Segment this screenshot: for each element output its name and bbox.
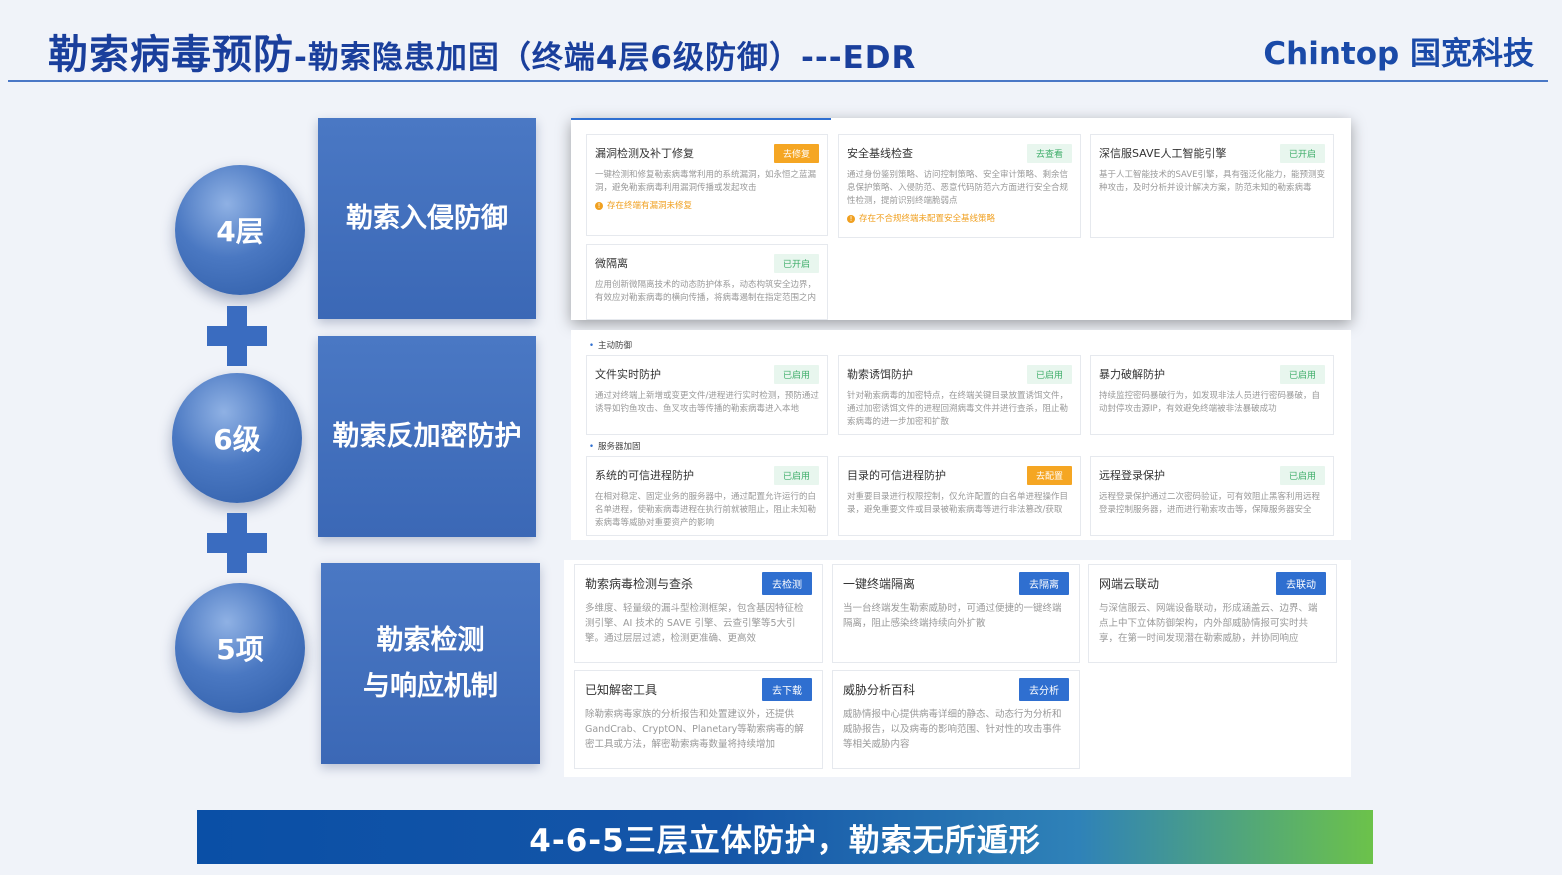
card-desc: 通过对终端上新增或变更文件/进程进行实时检测，预防通过诱导如钓鱼攻击、鱼叉攻击等… xyxy=(595,391,819,414)
card-desc: 多维度、轻量级的漏斗型检测框架，包含基因特征检测引擎、AI 技术的 SAVE 引… xyxy=(585,603,804,644)
card-title: 远程登录保护 xyxy=(1099,469,1165,482)
card-title: 网端云联动 xyxy=(1099,576,1160,591)
status-button[interactable]: 已启用 xyxy=(773,465,819,485)
link-button[interactable]: 去联动 xyxy=(1276,571,1326,595)
card-desc: 威胁情报中心提供病毒详细的静态、动态行为分析和威胁报告，以及病毒的影响范围、针对… xyxy=(843,709,1062,750)
card-title: 一键终端隔离 xyxy=(843,576,916,591)
section-label-text: 主动防御 xyxy=(598,341,633,351)
card-desc: 对重要目录进行权限控制，仅允许配置的白名单进程操作目录，避免重要文件或目录被勒索… xyxy=(847,492,1069,515)
card-title: 勒索诱饵防护 xyxy=(847,368,913,381)
warning-text: 存在终端有漏洞未修复 xyxy=(607,201,693,211)
card-decoy-protection: 勒索诱饵防护 已启用 针对勒索病毒的加密特点，在终端关键目录放置诱饵文件，通过加密… xyxy=(838,355,1081,435)
tier-label-detection: 勒索检测 与响应机制 xyxy=(321,563,540,764)
card-desc: 一键检测和修复勒索病毒常利用的系统漏洞，如永恒之蓝漏洞，避免勒索病毒利用漏洞传播… xyxy=(595,170,817,193)
panel-anti-encryption: • 主动防御 文件实时防护 已启用 通过对终端上新增或变更文件/进程进行实时检测，预… xyxy=(571,330,1351,540)
card-system-trusted-process: 系统的可信进程防护 已启用 在相对稳定、固定业务的服务器中，通过配置允许运行的白名… xyxy=(586,456,828,536)
status-button[interactable]: 已启用 xyxy=(773,364,819,384)
fix-button[interactable]: 去修复 xyxy=(773,143,819,163)
card-remote-login-protection: 远程登录保护 已启用 远程登录保护通过二次密码验证，可有效阻止黑客利用远程登录控制… xyxy=(1090,456,1334,536)
card-title: 目录的可信进程防护 xyxy=(847,469,946,482)
card-desc: 与深信服云、网端设备联动，形成涵盖云、边界、端点上中下立体防御架构，内外部威胁情… xyxy=(1099,603,1318,644)
card-file-realtime: 文件实时防护 已启用 通过对终端上新增或变更文件/进程进行实时检测，预防通过诱导如… xyxy=(586,355,828,435)
card-desc: 持续监控密码暴破行为，如发现非法人员进行密码暴破，自动封停攻击源IP，有效避免终… xyxy=(1099,391,1321,414)
tier-label-line1: 勒索检测 xyxy=(376,624,485,656)
status-button[interactable]: 已开启 xyxy=(773,253,819,273)
panel-detection-response: 勒索病毒检测与查杀 去检测 多维度、轻量级的漏斗型检测框架，包含基因特征检测引擎、… xyxy=(564,560,1351,777)
detect-button[interactable]: 去检测 xyxy=(762,571,812,595)
card-title: 安全基线检查 xyxy=(847,147,913,160)
card-title: 勒索病毒检测与查杀 xyxy=(585,576,694,591)
tier-label-anti-encryption: 勒索反加密防护 xyxy=(318,336,536,537)
page-title-main: 勒索病毒预防 xyxy=(48,32,294,78)
panel-active-indicator xyxy=(571,118,831,120)
status-button[interactable]: 已开启 xyxy=(1279,143,1325,163)
section-label-text: 服务器加固 xyxy=(598,442,641,452)
plus-icon xyxy=(207,513,267,573)
card-desc: 应用创新微隔离技术的动态防护体系，动态构筑安全边界，有效应对勒索病毒的横向传播，… xyxy=(595,280,817,303)
tier-circle-5: 5项 xyxy=(175,583,305,713)
configure-button[interactable]: 去配置 xyxy=(1026,465,1072,485)
card-desc: 通过身份鉴别策略、访问控制策略、安全审计策略、剩余信息保护策略、入侵防范、恶意代… xyxy=(847,170,1069,206)
warning-icon: ! xyxy=(847,215,855,223)
card-title: 威胁分析百科 xyxy=(843,682,916,697)
page-title-sub: -勒索隐患加固（终端4层6级防御）---EDR xyxy=(294,40,917,76)
warning-icon: ! xyxy=(595,202,603,210)
view-button[interactable]: 去查看 xyxy=(1026,143,1072,163)
tier-label-intrusion: 勒索入侵防御 xyxy=(318,118,536,319)
download-button[interactable]: 去下载 xyxy=(762,677,812,701)
card-desc: 当一台终端发生勒索威胁时，可通过便捷的一键终端隔离，阻止感染终端持续向外扩散 xyxy=(843,603,1062,629)
warning-text: 存在不合规终端未配置安全基线策略 xyxy=(859,214,996,224)
tier-circle-4: 4层 xyxy=(175,165,305,295)
analyze-button[interactable]: 去分析 xyxy=(1019,677,1069,701)
status-button[interactable]: 已启用 xyxy=(1279,465,1325,485)
card-warning: ! 存在不合规终端未配置安全基线策略 xyxy=(847,212,1072,224)
card-baseline-check: 安全基线检查 去查看 通过身份鉴别策略、访问控制策略、安全审计策略、剩余信息保护策… xyxy=(838,134,1081,238)
card-threat-encyclopedia: 威胁分析百科 去分析 威胁情报中心提供病毒详细的静态、动态行为分析和威胁报告，以及… xyxy=(832,670,1080,769)
tier-circle-6: 6级 xyxy=(172,373,302,503)
plus-icon xyxy=(207,306,267,366)
card-title: 暴力破解防护 xyxy=(1099,368,1165,381)
card-ransom-detect: 勒索病毒检测与查杀 去检测 多维度、轻量级的漏斗型检测框架，包含基因特征检测引擎、… xyxy=(574,564,823,663)
card-desc: 基于人工智能技术的SAVE引擎，具有强泛化能力，能预测变种攻击，及时分析并设计解… xyxy=(1099,170,1326,193)
section-label-active-defense: • 主动防御 xyxy=(589,341,633,351)
card-vuln-patch: 漏洞检测及补丁修复 去修复 一键检测和修复勒索病毒常利用的系统漏洞，如永恒之蓝漏洞… xyxy=(586,134,828,236)
brand-logo-text: Chintop 国宽科技 xyxy=(1263,36,1534,72)
card-title: 已知解密工具 xyxy=(585,682,658,697)
footer-text: 4-6-5三层立体防护，勒索无所遁形 xyxy=(529,822,1041,859)
card-title: 深信服SAVE人工智能引擎 xyxy=(1099,147,1227,160)
status-button[interactable]: 已启用 xyxy=(1026,364,1072,384)
card-directory-trusted-process: 目录的可信进程防护 去配置 对重要目录进行权限控制，仅允许配置的白名单进程操作目录… xyxy=(838,456,1081,536)
card-save-engine: 深信服SAVE人工智能引擎 已开启 基于人工智能技术的SAVE引擎，具有强泛化能力… xyxy=(1090,134,1334,238)
footer-banner: 4-6-5三层立体防护，勒索无所遁形 xyxy=(197,810,1373,864)
isolate-button[interactable]: 去隔离 xyxy=(1019,571,1069,595)
card-desc: 远程登录保护通过二次密码验证，可有效阻止黑客利用远程登录控制服务器，进而进行勒索… xyxy=(1099,492,1321,515)
card-title: 微隔离 xyxy=(595,257,628,270)
card-title: 漏洞检测及补丁修复 xyxy=(595,147,694,160)
card-endpoint-isolation: 一键终端隔离 去隔离 当一台终端发生勒索威胁时，可通过便捷的一键终端隔离，阻止感染… xyxy=(832,564,1080,663)
status-button[interactable]: 已启用 xyxy=(1279,364,1325,384)
card-warning: ! 存在终端有漏洞未修复 xyxy=(595,199,819,211)
card-bruteforce-protection: 暴力破解防护 已启用 持续监控密码暴破行为，如发现非法人员进行密码暴破，自动封停攻… xyxy=(1090,355,1334,435)
page-title: 勒索病毒预防-勒索隐患加固（终端4层6级防御）---EDR xyxy=(48,22,916,80)
card-network-cloud-linkage: 网端云联动 去联动 与深信服云、网端设备联动，形成涵盖云、边界、端点上中下立体防御… xyxy=(1088,564,1337,663)
title-divider xyxy=(8,80,1548,82)
section-label-server-hardening: • 服务器加固 xyxy=(589,442,641,452)
card-micro-isolation: 微隔离 已开启 应用创新微隔离技术的动态防护体系，动态构筑安全边界，有效应对勒索病… xyxy=(586,244,828,320)
tier-label-line2: 与响应机制 xyxy=(363,670,498,702)
card-title: 文件实时防护 xyxy=(595,368,661,381)
title-bar: 勒索病毒预防-勒索隐患加固（终端4层6级防御）---EDR Chintop 国宽… xyxy=(0,0,1562,82)
card-desc: 除勒索病毒家族的分析报告和处置建议外，还提供GandCrab、CryptON、P… xyxy=(585,709,804,750)
tier-label-text: 勒索入侵防御 xyxy=(346,202,508,234)
card-title: 系统的可信进程防护 xyxy=(595,469,694,482)
card-decrypt-tools: 已知解密工具 去下载 除勒索病毒家族的分析报告和处置建议外，还提供GandCrab… xyxy=(574,670,823,769)
panel-intrusion-defense: 漏洞检测及补丁修复 去修复 一键检测和修复勒索病毒常利用的系统漏洞，如永恒之蓝漏洞… xyxy=(571,118,1351,320)
card-desc: 针对勒索病毒的加密特点，在终端关键目录放置诱饵文件，通过加密诱饵文件的进程回溯病… xyxy=(847,391,1069,427)
tier-label-text: 勒索反加密防护 xyxy=(332,420,522,452)
card-desc: 在相对稳定、固定业务的服务器中，通过配置允许运行的白名单进程，使勒索病毒进程在执… xyxy=(595,492,817,528)
